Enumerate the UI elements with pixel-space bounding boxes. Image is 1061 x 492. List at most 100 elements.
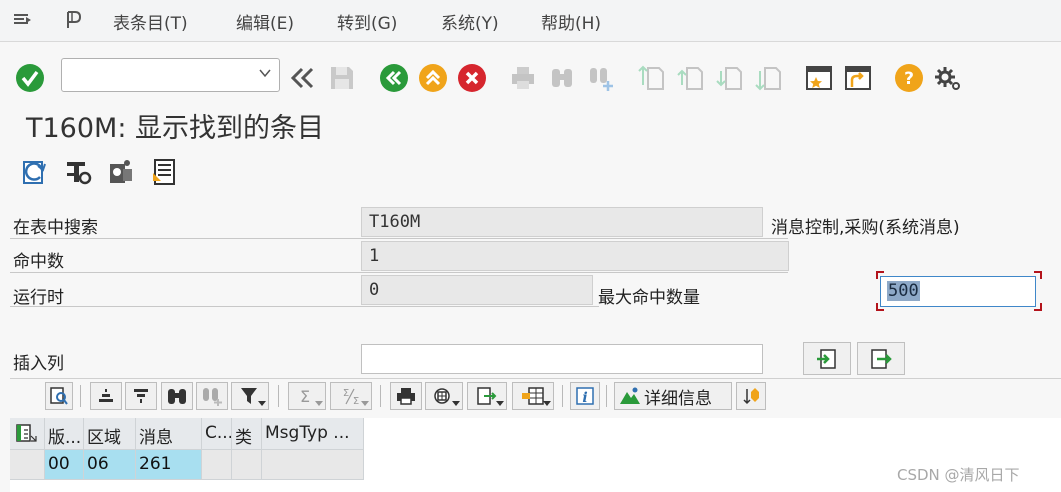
table-cell[interactable]: 06 [84, 450, 136, 480]
toolbar-separator [562, 385, 563, 407]
hits-label: 命中数 [13, 252, 64, 272]
watermark: CSDN @清风日下 [897, 466, 1020, 484]
form-divider [10, 306, 599, 307]
find-button[interactable] [546, 62, 578, 94]
max-hits-value: 500 [887, 281, 920, 301]
table-cell[interactable] [262, 450, 364, 480]
svg-text:?: ? [904, 69, 914, 89]
generate-shortcut-button[interactable] [842, 62, 874, 94]
menu-bar: 表条目(T) 编辑(E) 转到(G) 系统(Y) 帮助(H) [0, 0, 1061, 42]
toolbar-separator [278, 385, 279, 407]
focus-corner [876, 271, 884, 279]
find-next-button[interactable] [585, 62, 617, 94]
table-contents-icon[interactable] [150, 157, 180, 187]
search-in-table-field: T160M [361, 207, 763, 237]
refresh-icon[interactable] [20, 157, 50, 187]
dropdown-arrow-icon [361, 401, 369, 406]
menu-item-edit[interactable]: 编辑(E) [236, 9, 294, 34]
info-icon[interactable]: i [570, 382, 600, 410]
table-description: 消息控制,采购(系统消息) [771, 218, 960, 238]
column-header[interactable]: C... [202, 418, 232, 450]
enter-button[interactable] [14, 62, 46, 94]
next-page-button[interactable] [714, 62, 746, 94]
layout-icon[interactable] [512, 382, 554, 410]
toolbar-separator [606, 385, 607, 407]
menu-item-system[interactable]: 系统(Y) [441, 9, 499, 34]
find-icon[interactable] [161, 382, 193, 410]
chevron-down-icon[interactable] [259, 67, 271, 79]
mountain-icon [620, 387, 640, 404]
column-header[interactable]: 版... [45, 418, 84, 450]
svg-text:i: i [582, 390, 587, 406]
command-field[interactable] [61, 58, 280, 92]
previous-page-button[interactable] [675, 62, 707, 94]
select-all-icon[interactable] [10, 418, 45, 450]
dropdown-arrow-icon [258, 401, 266, 406]
column-header[interactable]: 区域 [84, 418, 136, 450]
table-cell[interactable]: 261 [136, 450, 202, 480]
save-button[interactable] [326, 62, 358, 94]
append-icon [871, 348, 892, 369]
toolbar-separator [380, 385, 381, 407]
table-cell[interactable] [202, 450, 232, 480]
runtime-field: 0 [361, 275, 593, 305]
graphic-icon[interactable] [736, 382, 766, 410]
details-button-label: 详细信息 [644, 388, 712, 409]
table-cell[interactable]: 00 [45, 450, 84, 480]
customize-layout-button[interactable] [932, 62, 964, 94]
dropdown-arrow-icon [452, 401, 460, 406]
last-page-button[interactable] [753, 62, 785, 94]
dropdown-arrow-icon [543, 401, 551, 406]
max-hits-label: 最大命中数量 [598, 288, 700, 308]
svg-text:Σ: Σ [300, 387, 310, 406]
views-icon[interactable] [425, 382, 463, 410]
menu-toggle-icon[interactable] [11, 9, 33, 31]
export-icon[interactable] [467, 382, 507, 410]
insert-column-button[interactable] [803, 342, 851, 375]
max-hits-input[interactable]: 500 [880, 276, 1036, 307]
column-header[interactable]: MsgTyp ... [262, 418, 364, 450]
sort-descending-icon[interactable] [125, 382, 157, 410]
cancel-button[interactable] [456, 62, 488, 94]
find-next-icon[interactable] [196, 382, 228, 410]
back-button[interactable] [378, 62, 410, 94]
focus-corner [1034, 271, 1042, 279]
dropdown-arrow-icon [315, 401, 323, 406]
create-session-button[interactable] [803, 62, 835, 94]
gui-settings-icon[interactable] [64, 9, 86, 31]
search-in-table-label: 在表中搜索 [13, 218, 98, 238]
details-button[interactable]: 详细信息 [614, 382, 732, 410]
subtotal-icon[interactable]: ΣΣ [330, 382, 372, 410]
insert-column-label: 插入列 [13, 354, 64, 374]
svg-text:Σ: Σ [343, 388, 349, 399]
form-divider [10, 272, 788, 273]
focus-corner [1034, 303, 1042, 311]
first-page-button[interactable] [636, 62, 668, 94]
column-header[interactable]: 类 [232, 418, 262, 450]
print-button[interactable] [507, 62, 539, 94]
details-icon[interactable] [45, 382, 73, 410]
menu-item-table-entry[interactable]: 表条目(T) [113, 9, 188, 34]
table-cell[interactable] [232, 450, 262, 480]
column-header[interactable]: 消息 [136, 418, 202, 450]
collapse-command-button[interactable] [287, 62, 319, 94]
menu-item-help[interactable]: 帮助(H) [541, 9, 601, 34]
insert-column-end-button[interactable] [857, 342, 905, 375]
tech-settings-icon[interactable] [63, 157, 93, 187]
filter-icon[interactable] [231, 382, 269, 410]
insert-column-input[interactable] [361, 344, 763, 374]
dropdown-arrow-icon [496, 401, 504, 406]
help-button[interactable]: ? [893, 62, 925, 94]
insert-icon [817, 348, 836, 369]
toolbar-separator [80, 385, 81, 407]
page-title: T160M: 显示找到的条目 [26, 113, 325, 144]
print-icon[interactable] [390, 382, 422, 410]
exit-button[interactable] [417, 62, 449, 94]
svg-text:Σ: Σ [353, 396, 359, 406]
total-icon[interactable]: Σ [288, 382, 326, 410]
sort-ascending-icon[interactable] [90, 382, 122, 410]
row-selector[interactable] [10, 450, 45, 480]
check-table-icon[interactable] [106, 157, 136, 187]
form-divider [10, 238, 788, 239]
menu-item-goto[interactable]: 转到(G) [337, 9, 397, 34]
